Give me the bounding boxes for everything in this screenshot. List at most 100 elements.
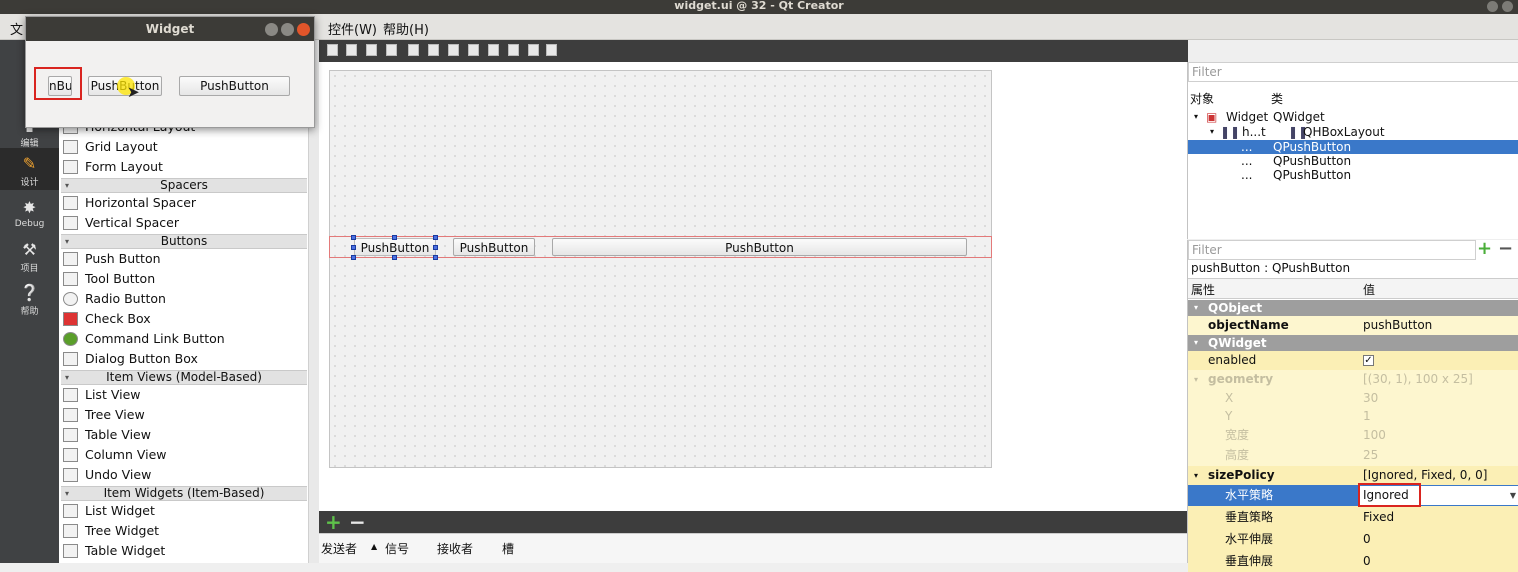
maximize-icon[interactable] [281,23,294,36]
tree-row-class[interactable]: QPushButton [1273,154,1351,168]
layout-icon[interactable] [508,44,519,56]
canvas-pushbutton-2[interactable]: PushButton [453,238,535,256]
widget-item[interactable]: Form Layout [63,157,163,177]
category-item-widgets[interactable]: Item Widgets (Item-Based) [61,486,307,501]
layout-icon[interactable] [468,44,479,56]
form-canvas[interactable] [329,70,992,468]
col-receiver[interactable]: 接收者 [437,540,473,557]
widget-item[interactable]: List Widget [63,501,155,521]
widget-item[interactable]: Tree Widget [63,521,159,541]
add-icon[interactable]: + [325,511,342,533]
col-prop-header[interactable]: 属性 [1191,281,1215,298]
selection-handle[interactable] [351,245,356,250]
tree-row-class[interactable]: QHBoxLayout [1303,125,1385,139]
selection-handle[interactable] [351,235,356,240]
layout-icon[interactable] [448,44,459,56]
widget-item[interactable]: List View [63,385,141,405]
widget-item[interactable]: Horizontal Spacer [63,193,196,213]
prop-enabled[interactable]: enabled ✓ [1188,351,1518,370]
selection-handle[interactable] [392,235,397,240]
layout-icon[interactable] [546,44,557,56]
group-qwidget[interactable]: ▾ QWidget [1188,335,1518,351]
prop-x[interactable]: X 30 [1188,389,1518,407]
widget-item[interactable]: Dialog Button Box [63,349,198,369]
object-filter-input[interactable]: Filter [1188,62,1518,82]
category-item-views[interactable]: Item Views (Model-Based) [61,370,307,385]
tree-row-class[interactable]: QWidget [1273,110,1325,124]
widget-item[interactable]: Radio Button [63,289,166,309]
widget-item[interactable]: Tree View [63,405,145,425]
layout-icon[interactable] [428,44,439,56]
widget-item[interactable]: Check Box [63,309,151,329]
close-icon[interactable] [297,23,310,36]
tree-row-name[interactable]: ... [1241,140,1252,154]
canvas-pushbutton-1[interactable]: PushButton [354,238,436,256]
layout-icon[interactable] [327,44,338,56]
prop-width[interactable]: 宽度 100 [1188,426,1518,446]
preview-pushbutton-3[interactable]: PushButton [179,76,290,96]
expand-icon[interactable]: ▾ [1194,110,1198,124]
col-sender[interactable]: 发送者 [321,540,357,557]
prop-vpolicy[interactable]: 垂直策略 Fixed [1188,506,1518,528]
layout-icon[interactable] [408,44,419,56]
canvas-pushbutton-3[interactable]: PushButton [552,238,967,256]
prop-y[interactable]: Y 1 [1188,407,1518,426]
mode-projects[interactable]: ⚒ 项目 [0,240,59,274]
prop-vstretch[interactable]: 垂直伸展 0 [1188,550,1518,572]
mode-debug[interactable]: ✸ Debug [0,198,59,229]
menu-file[interactable]: 文 [10,19,23,38]
widget-item[interactable]: Column View [63,445,167,465]
widget-item[interactable]: Command Link Button [63,329,225,349]
col-signal[interactable]: 信号 [385,540,409,557]
minimize-icon[interactable] [1487,1,1498,12]
category-buttons[interactable]: Buttons [61,234,307,249]
widget-item[interactable]: Undo View [63,465,151,485]
prop-hstretch[interactable]: 水平伸展 0 [1188,528,1518,550]
prop-geometry[interactable]: ▾ geometry [(30, 1), 100 x 25] [1188,370,1518,389]
preview-titlebar[interactable]: Widget [26,17,314,41]
col-class-header[interactable]: 类 [1271,92,1283,106]
category-spacers[interactable]: Spacers [61,178,307,193]
layout-icon[interactable] [386,44,397,56]
col-slot[interactable]: 槽 [502,540,514,557]
col-object-header[interactable]: 对象 [1190,92,1214,106]
maximize-icon[interactable] [1502,1,1513,12]
selection-handle[interactable] [433,245,438,250]
tree-row-name[interactable]: Widget [1226,110,1268,124]
col-value-header[interactable]: 值 [1363,281,1375,298]
widget-item[interactable]: Table Widget [63,541,165,561]
menu-controls[interactable]: 控件(W) [328,19,377,38]
layout-icon[interactable] [366,44,377,56]
group-qobject[interactable]: ▾ QObject [1188,300,1518,316]
prop-sizepolicy[interactable]: ▾ sizePolicy [Ignored, Fixed, 0, 0] [1188,466,1518,485]
selection-handle[interactable] [433,255,438,260]
selection-handle[interactable] [433,235,438,240]
tree-row-class[interactable]: QPushButton [1273,168,1351,182]
remove-icon[interactable]: − [349,511,366,533]
widget-item[interactable]: Grid Layout [63,137,158,157]
mode-design[interactable]: ✎ 设计 [0,148,59,190]
selection-handle[interactable] [351,255,356,260]
tree-row-selected[interactable] [1188,140,1518,154]
tree-row-name[interactable]: ... [1241,168,1252,182]
prop-height[interactable]: 高度 25 [1188,446,1518,466]
minimize-icon[interactable] [265,23,278,36]
mode-help[interactable]: ❔ 帮助 [0,283,59,317]
checkbox[interactable]: ✓ [1363,355,1374,366]
expand-icon[interactable]: ▾ [1210,125,1214,139]
layout-icon[interactable] [528,44,539,56]
tree-row-name[interactable]: h...t [1242,125,1266,139]
tree-row-name[interactable]: ... [1241,154,1252,168]
widget-item[interactable]: Tool Button [63,269,155,289]
widget-item[interactable]: Table View [63,425,151,445]
layout-icon[interactable] [488,44,499,56]
add-icon[interactable]: + [1477,238,1492,259]
selection-handle[interactable] [392,255,397,260]
menu-help[interactable]: 帮助(H) [383,19,429,38]
widget-item[interactable]: Push Button [63,249,161,269]
widget-item[interactable]: Vertical Spacer [63,213,179,233]
tree-row-class[interactable]: QPushButton [1273,140,1351,154]
prop-objectname[interactable]: objectName pushButton [1188,316,1518,335]
remove-icon[interactable]: − [1498,238,1513,259]
property-filter-input[interactable]: Filter [1188,240,1476,260]
